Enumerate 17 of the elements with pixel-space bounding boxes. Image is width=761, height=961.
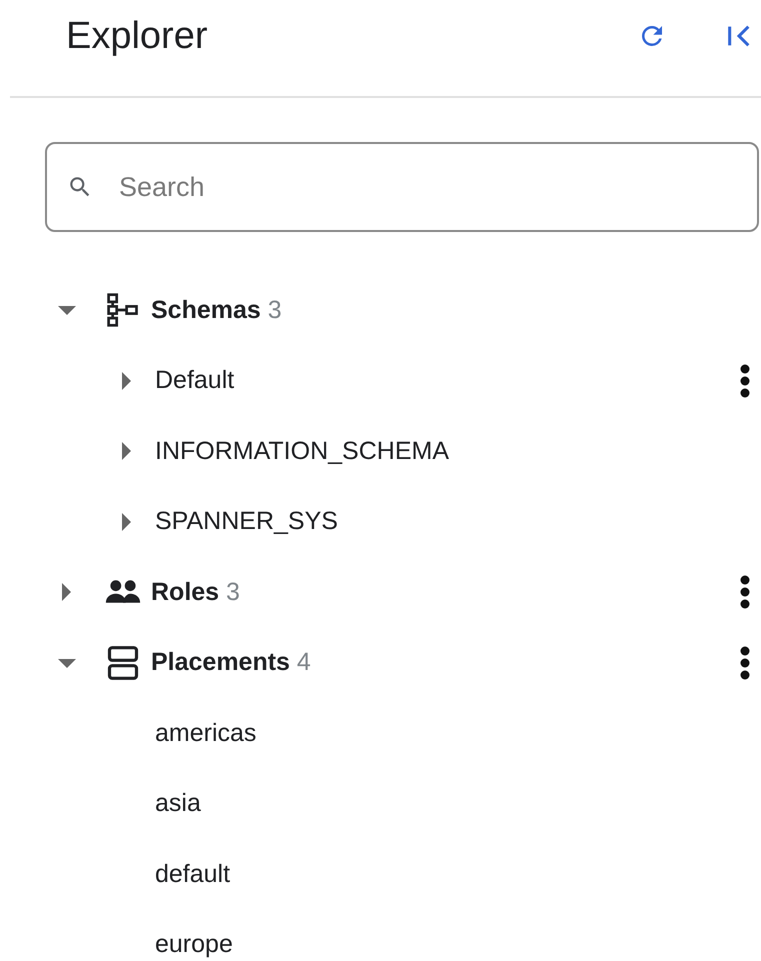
tree-item[interactable]: Schemas 3 [151, 296, 282, 325]
stacked-rectangles-icon [105, 644, 141, 681]
tree-item[interactable]: Default [155, 366, 234, 396]
search-field[interactable]: Search [45, 142, 759, 232]
tree-item[interactable]: Placements 4 [151, 648, 311, 678]
tree-item[interactable]: europe [155, 930, 233, 960]
tree-item[interactable]: default [155, 860, 230, 889]
tree-item[interactable]: asia [155, 789, 201, 818]
tree-item[interactable]: Roles 3 [151, 578, 240, 607]
tree-item[interactable]: INFORMATION_SCHEMA [155, 436, 449, 466]
tree-item[interactable]: americas [155, 718, 256, 748]
more-options-icon[interactable] [740, 575, 750, 610]
tree-item[interactable]: SPANNER_SYS [155, 507, 338, 536]
more-options-icon[interactable] [740, 364, 750, 398]
panel-title: Explorer [66, 14, 208, 58]
schema-icon [105, 292, 141, 328]
more-options-icon[interactable] [740, 646, 750, 680]
